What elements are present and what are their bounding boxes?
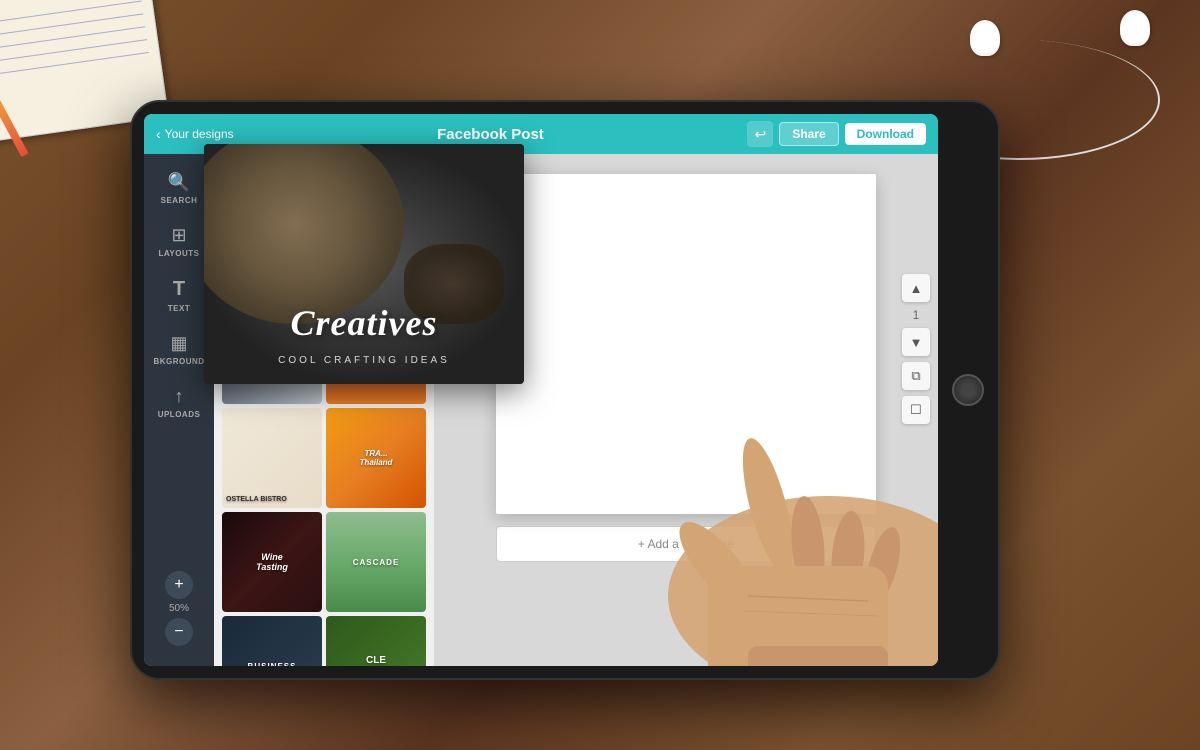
zoom-in-button[interactable]: + [165,571,193,599]
sidebar-bottom: + 50% − [144,571,214,646]
sidebar-item-background[interactable]: ▦ BKGROUND [150,325,208,374]
template-ostella-label: OSTELLA BISTRO [226,496,318,504]
sidebar-item-layouts[interactable]: ⊞ LAYOUTS [150,217,208,266]
template-cle-gre-label: CLEGRE... [326,616,426,666]
uploads-icon: ↑ [175,386,184,407]
delete-icon: ☐ [910,402,922,418]
template-business-label: BUSINESS [222,616,322,666]
download-button[interactable]: Download [845,123,926,145]
zoom-minus-icon: − [174,623,183,641]
move-up-button[interactable]: ▲ [902,274,930,302]
undo-button[interactable]: ↩ [747,121,773,147]
back-button[interactable]: ‹ Your designs [156,126,234,142]
template-thailand-label: TRA...Thailand [326,408,426,508]
add-page-label: + Add a new page [638,537,734,551]
delete-button[interactable]: ☐ [902,396,930,424]
copy-icon: ⧉ [911,368,920,384]
move-down-button[interactable]: ▼ [902,328,930,356]
back-chevron-icon: ‹ [156,126,161,142]
ipad-device: ‹ Your designs Facebook Post ↩ Share Dow… [130,100,1000,680]
sidebar-item-search[interactable]: 🔍 SEARCH [150,164,208,213]
back-label: Your designs [165,127,234,141]
canvas-page[interactable] [496,174,876,514]
header-actions: ↩ Share Download [747,121,926,147]
share-button[interactable]: Share [779,122,838,146]
sidebar-item-text[interactable]: T TEXT [150,270,208,321]
template-cle-gre[interactable]: CLEGRE... [326,616,426,666]
add-page-button[interactable]: + Add a new page [496,526,876,562]
sidebar-bkground-label: BKGROUND [153,357,204,366]
design-overlay-card[interactable]: Creatives COOL CRAFTING IDEAS [204,144,524,384]
download-label: Download [857,127,914,141]
template-thailand[interactable]: TRA...Thailand [326,408,426,508]
page-number: 1 [913,308,920,322]
sidebar-layouts-label: LAYOUTS [159,249,200,258]
design-title: Creatives [204,302,524,344]
background-icon: ▦ [170,333,187,354]
up-arrow-icon: ▲ [910,281,923,296]
text-icon: T [173,278,185,301]
zoom-plus-icon: + [174,576,183,594]
canvas-tools: ▲ 1 ▼ ⧉ ☐ [902,274,930,424]
design-subtitle: COOL CRAFTING IDEAS [204,355,524,366]
layouts-icon: ⊞ [171,225,186,246]
earbud-right [1120,10,1150,46]
zoom-out-button[interactable]: − [165,618,193,646]
template-ostella[interactable]: OSTELLA BISTRO [222,408,322,508]
ipad-home-button[interactable] [952,374,984,406]
zoom-level: 50% [169,603,189,614]
template-cascade[interactable]: CASCADE [326,512,426,612]
template-wine-tasting-label: WineTasting [222,512,322,612]
sidebar-text-label: TEXT [168,304,190,313]
template-business[interactable]: BUSINESS [222,616,322,666]
sidebar-uploads-label: UPLOADS [158,410,201,419]
sidebar-search-label: SEARCH [161,196,198,205]
template-wine-tasting[interactable]: WineTasting [222,512,322,612]
template-cascade-label: CASCADE [326,512,426,612]
search-icon: 🔍 [168,172,190,193]
ipad-screen: ‹ Your designs Facebook Post ↩ Share Dow… [144,114,938,666]
undo-icon: ↩ [754,126,766,143]
share-label: Share [792,127,825,141]
sidebar-item-uploads[interactable]: ↑ UPLOADS [150,378,208,427]
down-arrow-icon: ▼ [910,335,923,350]
header-title: Facebook Post [234,126,748,143]
copy-button[interactable]: ⧉ [902,362,930,390]
